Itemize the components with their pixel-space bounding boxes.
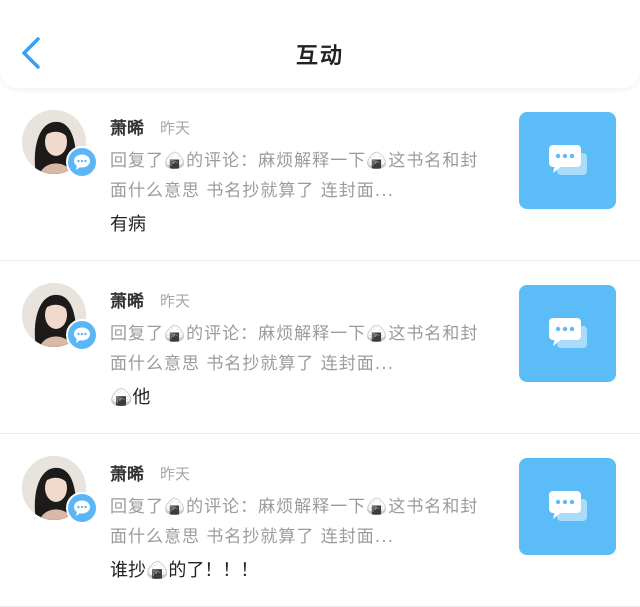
post-thumbnail[interactable] bbox=[519, 458, 616, 555]
reply-content[interactable]: 有病 bbox=[110, 210, 146, 236]
message-badge bbox=[66, 492, 98, 524]
list-item[interactable]: 萧晞 昨天 回复了🍙的评论：麻烦解释一下🍙这书名和封面什么意思 书名抄就算了 连… bbox=[0, 434, 640, 607]
top-bar: 互动 bbox=[0, 0, 640, 88]
comment-icon bbox=[549, 318, 587, 348]
user-name[interactable]: 萧晞 bbox=[110, 460, 144, 485]
reply-summary[interactable]: 回复了🍙的评论：麻烦解释一下🍙这书名和封面什么意思 书名抄就算了 连封面... bbox=[110, 146, 490, 206]
page-title: 互动 bbox=[295, 44, 344, 69]
comment-icon bbox=[549, 145, 587, 175]
reply-summary[interactable]: 回复了🍙的评论：麻烦解释一下🍙这书名和封面什么意思 书名抄就算了 连封面... bbox=[110, 319, 490, 379]
list-item[interactable]: 萧晞 昨天 回复了🍙的评论：麻烦解释一下🍙这书名和封面什么意思 书名抄就算了 连… bbox=[0, 261, 640, 434]
chat-bubble-icon bbox=[74, 154, 90, 170]
chat-bubble-icon bbox=[74, 500, 90, 516]
interaction-feed: 萧晞 昨天 回复了🍙的评论：麻烦解释一下🍙这书名和封面什么意思 书名抄就算了 连… bbox=[0, 88, 640, 607]
user-name[interactable]: 萧晞 bbox=[110, 114, 144, 139]
chat-bubble-icon bbox=[74, 327, 90, 343]
comment-icon bbox=[549, 491, 587, 521]
timestamp: 昨天 bbox=[160, 119, 191, 137]
timestamp: 昨天 bbox=[160, 292, 191, 310]
timestamp: 昨天 bbox=[160, 465, 191, 483]
reply-content[interactable]: 谁抄🍙的了！！！ bbox=[110, 556, 258, 582]
reply-summary[interactable]: 回复了🍙的评论：麻烦解释一下🍙这书名和封面什么意思 书名抄就算了 连封面... bbox=[110, 492, 490, 552]
message-badge bbox=[66, 319, 98, 351]
user-name[interactable]: 萧晞 bbox=[110, 287, 144, 312]
reply-content[interactable]: 🍙他 bbox=[110, 383, 150, 409]
post-thumbnail[interactable] bbox=[519, 112, 616, 209]
message-badge bbox=[66, 146, 98, 178]
post-thumbnail[interactable] bbox=[519, 285, 616, 382]
list-item[interactable]: 萧晞 昨天 回复了🍙的评论：麻烦解释一下🍙这书名和封面什么意思 书名抄就算了 连… bbox=[0, 88, 640, 261]
